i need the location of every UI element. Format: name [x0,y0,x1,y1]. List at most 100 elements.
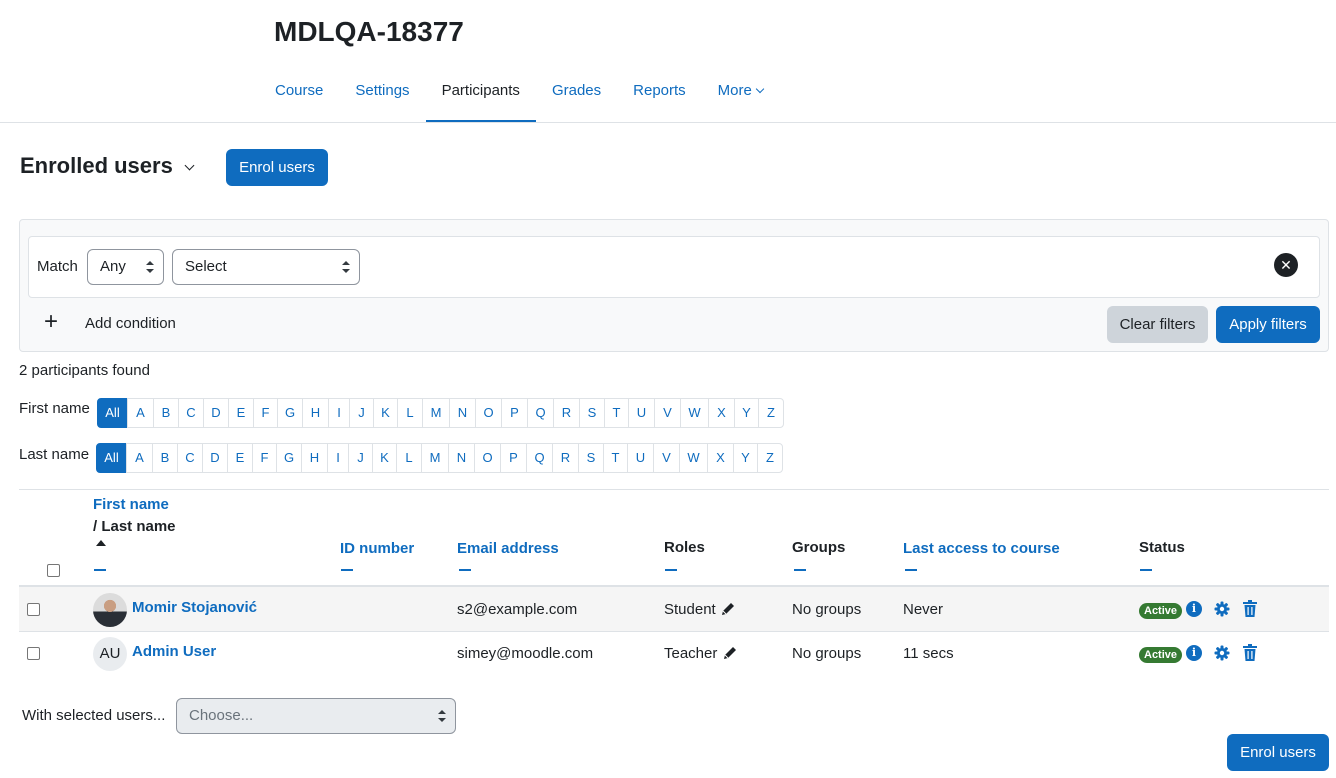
gear-icon[interactable] [1214,645,1230,661]
firstname-initial-z[interactable]: Z [758,398,784,428]
firstname-initial-r[interactable]: R [553,398,580,428]
select-all-checkbox[interactable] [47,564,60,577]
lastname-initial-u[interactable]: U [627,443,654,473]
enrolled-users-title[interactable]: Enrolled users [20,153,173,179]
sort-id-number[interactable]: ID number [340,540,414,557]
sort-last-name[interactable]: / Last name [93,518,176,535]
plus-icon[interactable]: + [44,310,58,334]
pencil-icon[interactable] [722,645,738,661]
firstname-initial-p[interactable]: P [501,398,528,428]
user-last-access: Never [903,601,944,618]
firstname-initial-o[interactable]: O [475,398,502,428]
info-icon[interactable]: i [1186,645,1202,661]
lastname-initial-h[interactable]: H [301,443,328,473]
firstname-initial-y[interactable]: Y [734,398,759,428]
sort-last-access[interactable]: Last access to course [903,540,1060,557]
enrol-users-button[interactable]: Enrol users [226,149,328,186]
user-name-link[interactable]: Admin User [132,643,216,660]
firstname-initial-s[interactable]: S [579,398,605,428]
firstname-initial-l[interactable]: L [397,398,423,428]
lastname-initial-z[interactable]: Z [757,443,783,473]
close-icon[interactable]: ✕ [1274,253,1298,277]
select-arrows-icon [438,710,446,722]
user-name-link[interactable]: Momir Stojanović [132,599,257,616]
header-divider [0,122,1336,123]
lastname-initial-v[interactable]: V [653,443,680,473]
lastname-initial-all[interactable]: All [96,443,127,473]
lastname-initial-f[interactable]: F [252,443,277,473]
collapse-column-icon[interactable] [341,569,353,571]
lastname-initial-k[interactable]: K [372,443,397,473]
lastname-initial-i[interactable]: I [327,443,349,473]
firstname-initial-e[interactable]: E [228,398,254,428]
lastname-initial-c[interactable]: C [177,443,203,473]
firstname-initial-m[interactable]: M [422,398,450,428]
lastname-initial-a[interactable]: A [126,443,153,473]
lastname-initial-d[interactable]: D [202,443,228,473]
firstname-initial-i[interactable]: I [328,398,350,428]
firstname-initial-v[interactable]: V [654,398,681,428]
gear-icon[interactable] [1214,601,1230,617]
lastname-initial-n[interactable]: N [448,443,475,473]
lastname-initial-e[interactable]: E [227,443,253,473]
filter-type-select[interactable]: Select [172,249,360,285]
firstname-initial-f[interactable]: F [253,398,278,428]
tab-course[interactable]: Course [259,62,339,123]
apply-filters-button[interactable]: Apply filters [1216,306,1320,343]
sort-email[interactable]: Email address [457,540,559,557]
firstname-initial-q[interactable]: Q [527,398,554,428]
pencil-icon[interactable] [720,601,736,617]
chevron-down-icon[interactable] [184,160,195,171]
firstname-initial-w[interactable]: W [680,398,709,428]
lastname-initial-t[interactable]: T [603,443,628,473]
firstname-initial-a[interactable]: A [127,398,154,428]
trash-icon[interactable] [1243,600,1257,617]
sort-first-name[interactable]: First name [93,496,169,513]
firstname-initial-c[interactable]: C [178,398,204,428]
tab-reports[interactable]: Reports [617,62,702,123]
firstname-initial-k[interactable]: K [373,398,398,428]
collapse-column-icon[interactable] [665,569,677,571]
tab-more[interactable]: More [702,62,779,123]
tab-settings[interactable]: Settings [339,62,425,123]
firstname-initial-x[interactable]: X [708,398,735,428]
lastname-initial-j[interactable]: J [348,443,373,473]
lastname-initial-b[interactable]: B [152,443,178,473]
row-checkbox[interactable] [27,603,40,616]
match-select[interactable]: Any [87,249,164,285]
firstname-initial-all[interactable]: All [97,398,128,428]
collapse-column-icon[interactable] [94,569,106,571]
firstname-initial-j[interactable]: J [349,398,374,428]
firstname-initial-b[interactable]: B [153,398,179,428]
row-checkbox[interactable] [27,647,40,660]
lastname-initial-r[interactable]: R [552,443,579,473]
lastname-initial-w[interactable]: W [679,443,708,473]
trash-icon[interactable] [1243,644,1257,661]
lastname-initial-y[interactable]: Y [733,443,758,473]
collapse-column-icon[interactable] [1140,569,1152,571]
tab-participants[interactable]: Participants [425,62,537,123]
firstname-initial-h[interactable]: H [302,398,329,428]
lastname-initial-g[interactable]: G [276,443,302,473]
clear-filters-button[interactable]: Clear filters [1107,306,1208,343]
collapse-column-icon[interactable] [794,569,806,571]
lastname-initial-o[interactable]: O [474,443,501,473]
firstname-initial-g[interactable]: G [277,398,303,428]
firstname-initial-u[interactable]: U [628,398,655,428]
lastname-initial-l[interactable]: L [396,443,422,473]
lastname-initial-p[interactable]: P [500,443,527,473]
lastname-initial-q[interactable]: Q [526,443,553,473]
info-icon[interactable]: i [1186,601,1202,617]
enrol-users-button-bottom[interactable]: Enrol users [1227,734,1329,771]
firstname-initial-d[interactable]: D [203,398,229,428]
firstname-initial-n[interactable]: N [449,398,476,428]
firstname-initial-t[interactable]: T [604,398,629,428]
add-condition-button[interactable]: Add condition [85,315,176,332]
lastname-initial-m[interactable]: M [421,443,449,473]
collapse-column-icon[interactable] [905,569,917,571]
lastname-initial-x[interactable]: X [707,443,734,473]
bulk-action-select[interactable]: Choose... [176,698,456,734]
lastname-initial-s[interactable]: S [578,443,604,473]
tab-grades[interactable]: Grades [536,62,617,123]
collapse-column-icon[interactable] [459,569,471,571]
